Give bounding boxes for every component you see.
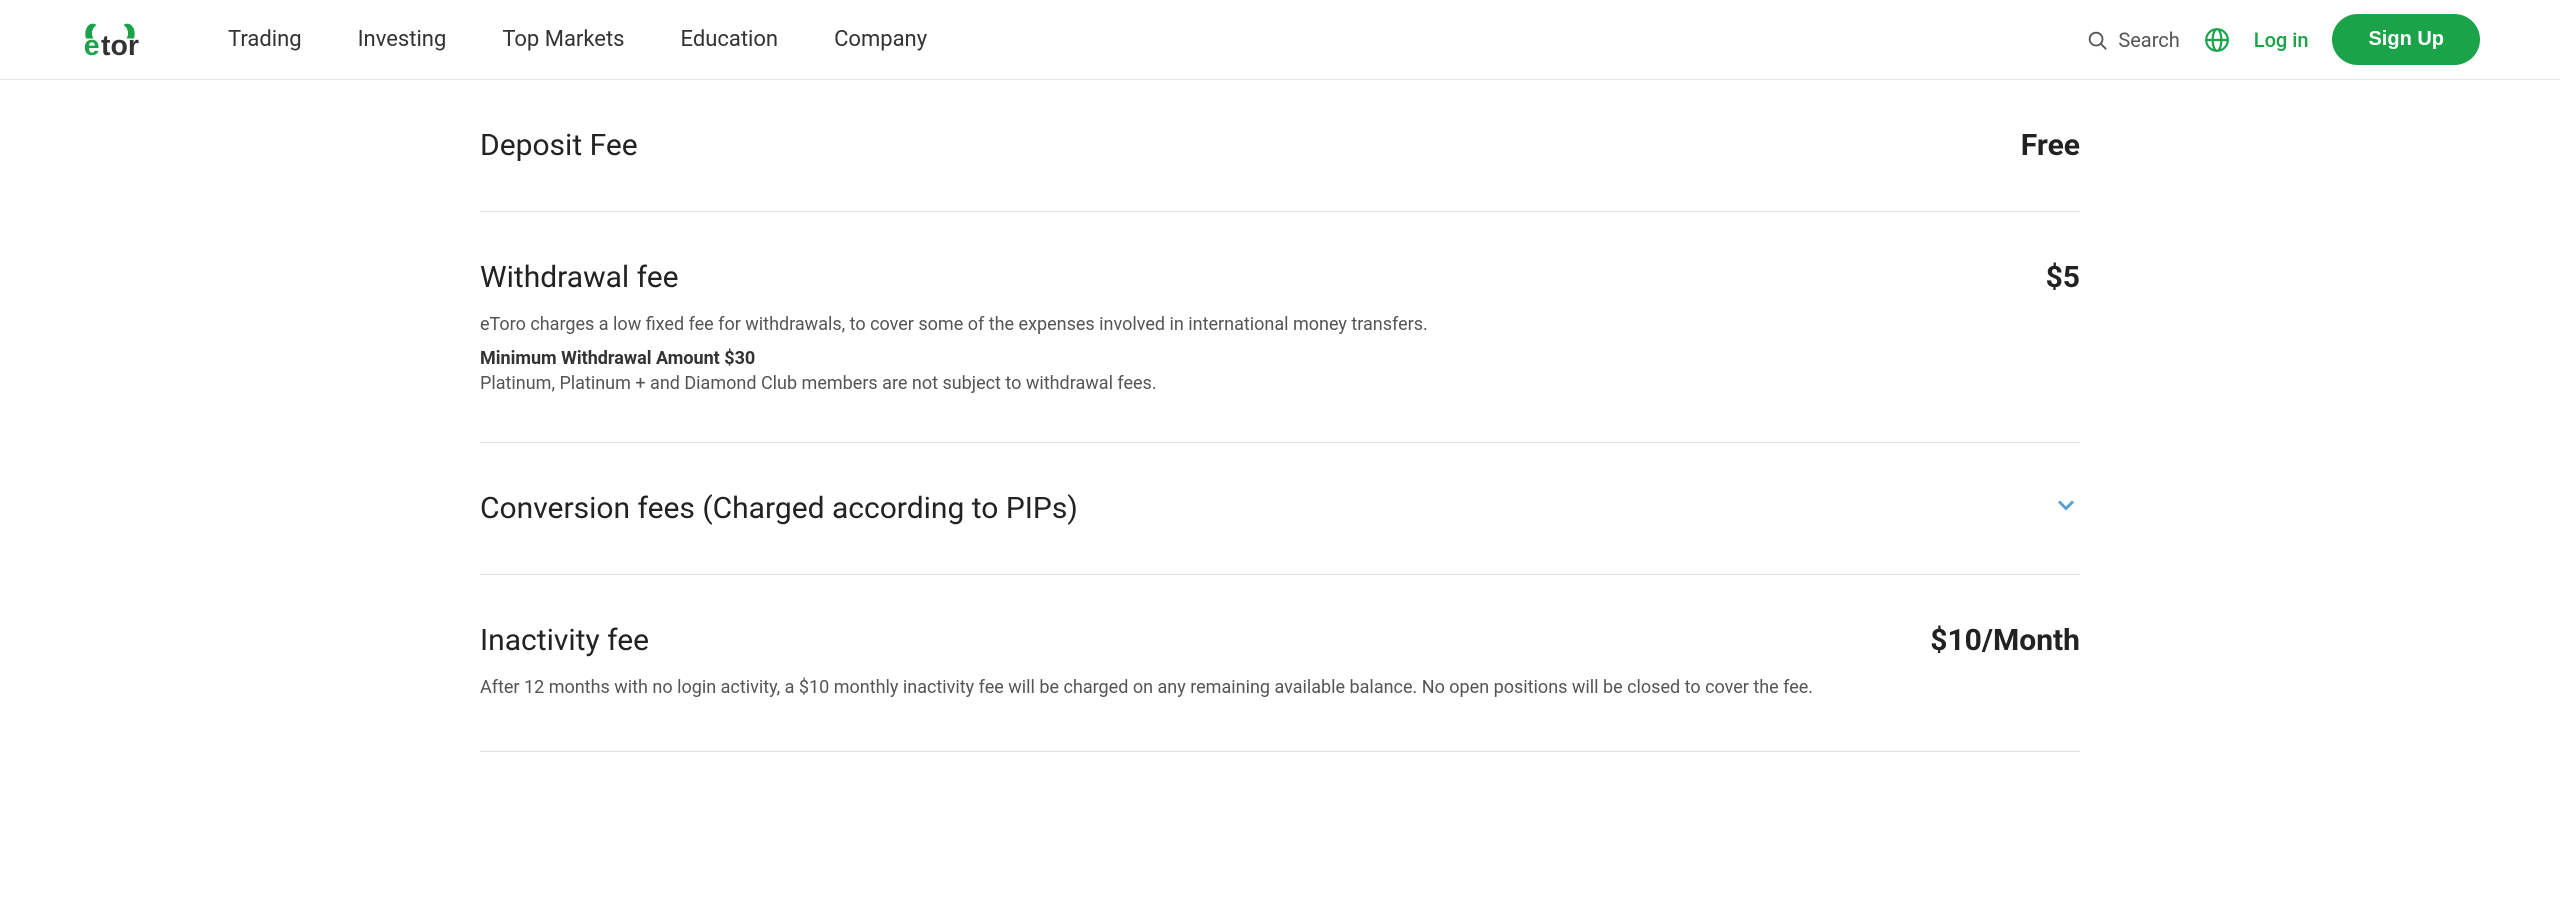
search-icon [2086,29,2108,51]
search-label: Search [2118,28,2179,52]
signup-button[interactable]: Sign Up [2332,14,2480,65]
deposit-fee-title: Deposit Fee [480,128,1840,163]
inactivity-fee-left: Inactivity fee After 12 months with no l… [480,623,1920,703]
nav-item-top-markets[interactable]: Top Markets [474,0,652,80]
withdrawal-fee-row: Withdrawal fee eToro charges a low fixed… [480,212,2080,443]
inactivity-fee-value: $10/Month [1930,623,2080,658]
globe-icon[interactable] [2204,27,2230,53]
nav-right: Search Log in Sign Up [2086,14,2480,65]
svg-text:e: e [84,30,100,62]
main-content: Deposit Fee Free Withdrawal fee eToro ch… [400,80,2160,752]
conversion-fee-left: Conversion fees (Charged according to PI… [480,491,1920,526]
withdrawal-fee-value: $5 [2046,260,2080,295]
nav-item-trading[interactable]: Trading [200,0,330,80]
withdrawal-fee-description: eToro charges a low fixed fee for withdr… [480,311,1840,340]
conversion-fee-right [1920,491,2080,519]
inactivity-fee-description: After 12 months with no login activity, … [480,674,1840,703]
withdrawal-fee-left: Withdrawal fee eToro charges a low fixed… [480,260,1920,394]
withdrawal-fee-right: $5 [1920,260,2080,295]
nav-links: Trading Investing Top Markets Education … [200,0,2086,80]
nav-item-education[interactable]: Education [653,0,807,80]
withdrawal-fee-note-bold: Minimum Withdrawal Amount $30 [480,348,1840,369]
nav-item-investing[interactable]: Investing [330,0,475,80]
deposit-fee-left: Deposit Fee [480,128,1920,163]
inactivity-fee-title: Inactivity fee [480,623,1840,658]
navbar: e toro Trading Investing Top Markets Edu… [0,0,2560,80]
deposit-fee-value: Free [2021,128,2080,163]
deposit-fee-row: Deposit Fee Free [480,80,2080,212]
nav-item-company[interactable]: Company [806,0,955,80]
withdrawal-fee-title: Withdrawal fee [480,260,1840,295]
deposit-fee-right: Free [1920,128,2080,163]
logo[interactable]: e toro [80,15,140,65]
svg-text:toro: toro [101,30,140,62]
withdrawal-fee-note: Platinum, Platinum + and Diamond Club me… [480,373,1840,394]
inactivity-fee-row: Inactivity fee After 12 months with no l… [480,575,2080,752]
login-button[interactable]: Log in [2254,28,2309,52]
conversion-fee-row[interactable]: Conversion fees (Charged according to PI… [480,443,2080,575]
conversion-fee-title: Conversion fees (Charged according to PI… [480,491,1840,526]
inactivity-fee-right: $10/Month [1920,623,2080,658]
chevron-down-icon [2052,491,2080,519]
search-area[interactable]: Search [2086,28,2179,52]
